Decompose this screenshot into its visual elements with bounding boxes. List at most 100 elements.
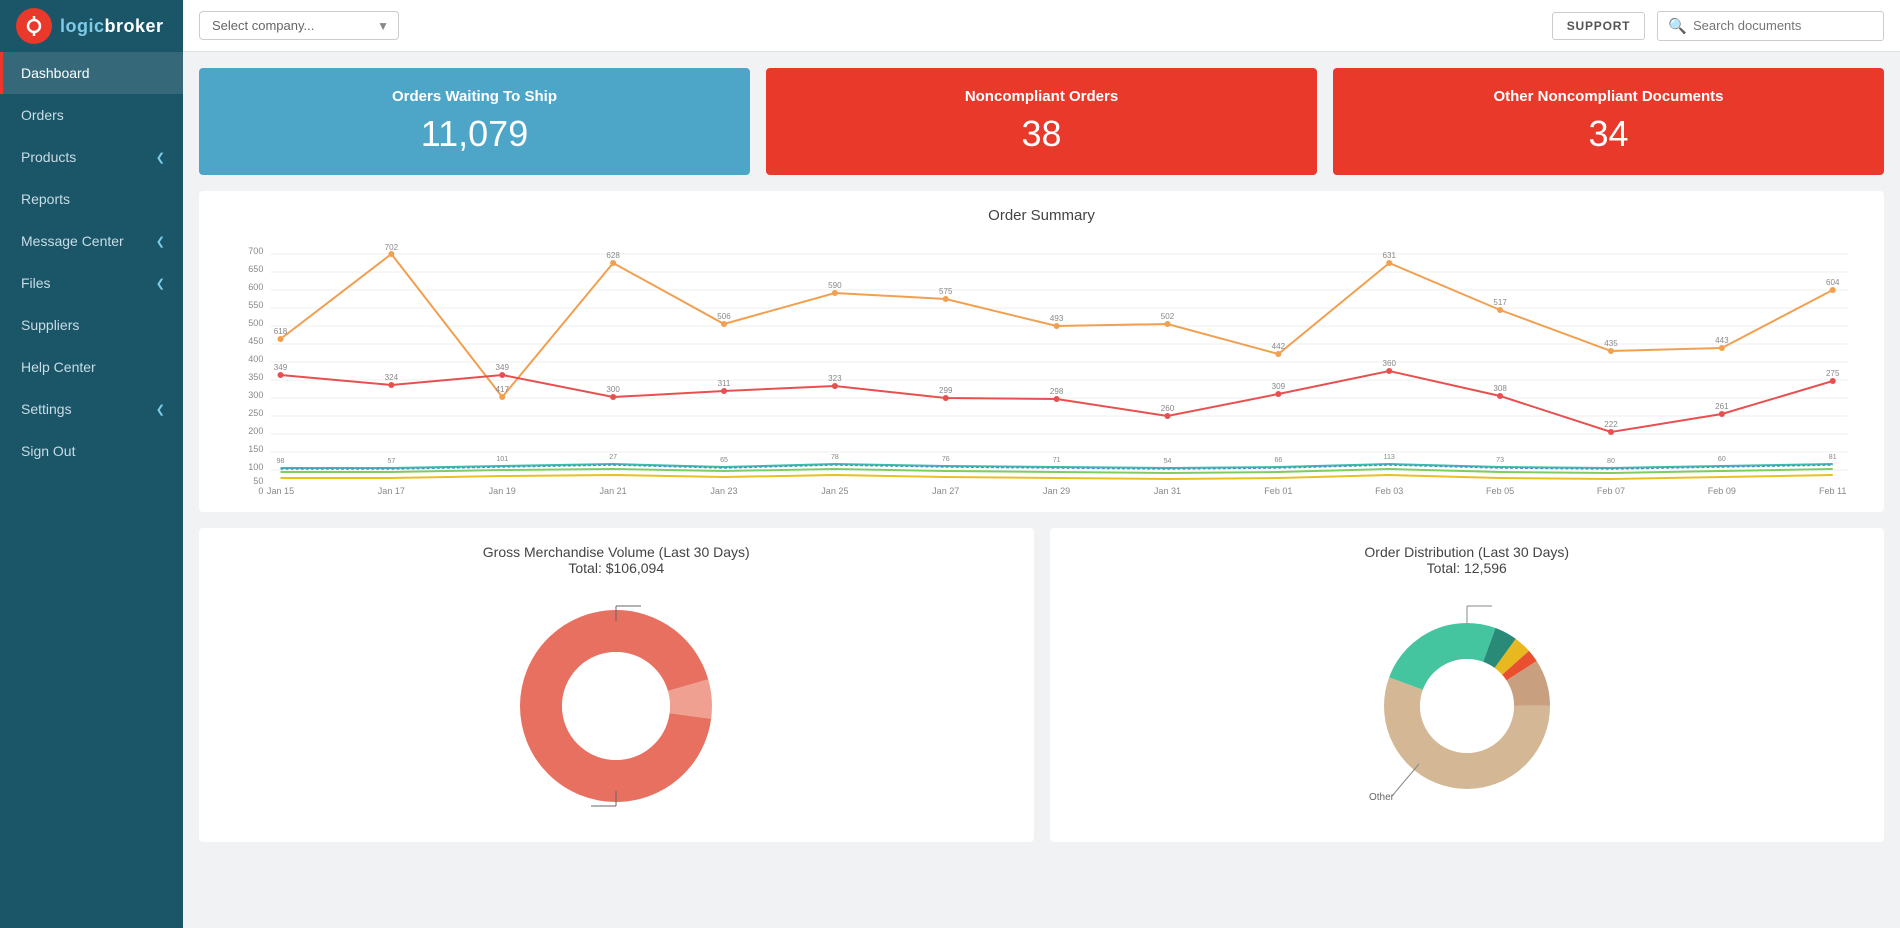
svg-text:Jan 21: Jan 21: [600, 486, 627, 496]
svg-text:200: 200: [248, 426, 263, 436]
sidebar-item-message-center[interactable]: Message Center ❮: [0, 220, 183, 262]
order-summary-title: Order Summary: [215, 207, 1868, 224]
line-chart-svg: 700 650 600 550 500 450 400 350 300 250 …: [215, 236, 1868, 496]
svg-text:323: 323: [828, 374, 842, 383]
search-input[interactable]: [1693, 18, 1873, 33]
svg-text:Jan 29: Jan 29: [1043, 486, 1070, 496]
main-content: Orders Waiting To Ship 11,079 Noncomplia…: [183, 52, 1900, 928]
gmv-donut-wrap: [215, 596, 1018, 816]
svg-text:Jan 31: Jan 31: [1154, 486, 1181, 496]
kpi-value-waiting: 11,079: [223, 113, 726, 155]
svg-text:Jan 23: Jan 23: [710, 486, 737, 496]
kpi-title-waiting: Orders Waiting To Ship: [223, 88, 726, 105]
svg-text:261: 261: [1715, 402, 1729, 411]
logo-area: logicbroker: [0, 0, 183, 52]
svg-text:54: 54: [1164, 458, 1172, 465]
logo-icon: [16, 8, 52, 44]
svg-text:275: 275: [1826, 369, 1840, 378]
line-chart: 700 650 600 550 500 450 400 350 300 250 …: [215, 236, 1868, 496]
gmv-title: Gross Merchandise Volume (Last 30 Days): [215, 544, 1018, 560]
svg-text:349: 349: [274, 363, 288, 372]
svg-text:Jan 25: Jan 25: [821, 486, 848, 496]
svg-text:450: 450: [248, 336, 263, 346]
svg-text:506: 506: [717, 312, 731, 321]
chevron-icon: ❮: [156, 151, 165, 164]
svg-text:66: 66: [1274, 457, 1282, 464]
svg-text:502: 502: [1161, 312, 1175, 321]
svg-text:113: 113: [1384, 454, 1395, 461]
svg-text:600: 600: [248, 282, 263, 292]
sidebar-item-orders[interactable]: Orders: [0, 94, 183, 136]
gmv-donut-svg: [506, 596, 726, 816]
svg-text:101: 101: [496, 456, 508, 463]
svg-text:98: 98: [277, 458, 285, 465]
sidebar-item-products[interactable]: Products ❮: [0, 136, 183, 178]
bottom-charts: Gross Merchandise Volume (Last 30 Days) …: [199, 528, 1884, 842]
svg-text:575: 575: [939, 287, 953, 296]
svg-text:Other: Other: [1369, 792, 1395, 803]
gmv-subtitle: Total: $106,094: [215, 560, 1018, 576]
sidebar-item-suppliers[interactable]: Suppliers: [0, 304, 183, 346]
svg-text:65: 65: [720, 457, 728, 464]
svg-text:650: 650: [248, 264, 263, 274]
svg-text:0: 0: [258, 486, 263, 496]
order-dist-title: Order Distribution (Last 30 Days): [1066, 544, 1869, 560]
sidebar-item-help-center[interactable]: Help Center: [0, 346, 183, 388]
svg-text:Jan 19: Jan 19: [489, 486, 516, 496]
topbar-right: SUPPORT 🔍: [1552, 11, 1884, 41]
svg-text:260: 260: [1161, 404, 1175, 413]
order-dist-donut-svg: Other: [1337, 596, 1597, 826]
search-box: 🔍: [1657, 11, 1884, 41]
company-select[interactable]: Select company...: [199, 11, 399, 40]
svg-text:50: 50: [253, 476, 263, 486]
svg-text:435: 435: [1604, 339, 1618, 348]
svg-text:309: 309: [1272, 382, 1286, 391]
svg-text:Feb 05: Feb 05: [1486, 486, 1514, 496]
svg-text:604: 604: [1826, 278, 1840, 287]
svg-text:150: 150: [248, 444, 263, 454]
support-button[interactable]: SUPPORT: [1552, 12, 1646, 40]
company-select-wrap: Select company... ▼: [199, 11, 399, 40]
sidebar-item-sign-out[interactable]: Sign Out: [0, 430, 183, 472]
svg-text:517: 517: [1493, 298, 1507, 307]
order-dist-donut-wrap: Other: [1066, 596, 1869, 826]
svg-text:78: 78: [831, 454, 839, 461]
kpi-value-noncompliant-docs: 34: [1357, 113, 1860, 155]
svg-text:Feb 11: Feb 11: [1819, 486, 1847, 496]
topbar: Select company... ▼ SUPPORT 🔍: [183, 0, 1900, 52]
sidebar-item-reports[interactable]: Reports: [0, 178, 183, 220]
sidebar: logicbroker Dashboard Orders Products ❮ …: [0, 0, 183, 928]
kpi-card-noncompliant-orders: Noncompliant Orders 38: [766, 68, 1317, 175]
sidebar-item-files[interactable]: Files ❮: [0, 262, 183, 304]
svg-text:400: 400: [248, 354, 263, 364]
svg-text:349: 349: [496, 363, 510, 372]
kpi-title-noncompliant: Noncompliant Orders: [790, 88, 1293, 105]
kpi-value-noncompliant: 38: [790, 113, 1293, 155]
chevron-icon: ❮: [156, 403, 165, 416]
svg-text:250: 250: [248, 408, 263, 418]
kpi-row: Orders Waiting To Ship 11,079 Noncomplia…: [199, 68, 1884, 175]
svg-text:443: 443: [1715, 336, 1729, 345]
order-dist-subtitle: Total: 12,596: [1066, 560, 1869, 576]
sidebar-item-dashboard[interactable]: Dashboard: [0, 52, 183, 94]
kpi-title-noncompliant-docs: Other Noncompliant Documents: [1357, 88, 1860, 105]
svg-text:57: 57: [387, 458, 395, 465]
svg-text:71: 71: [1053, 457, 1061, 464]
svg-text:300: 300: [606, 385, 620, 394]
svg-text:702: 702: [385, 243, 399, 252]
kpi-card-waiting-to-ship: Orders Waiting To Ship 11,079: [199, 68, 750, 175]
svg-text:618: 618: [274, 327, 288, 336]
logo-text: logicbroker: [60, 16, 164, 37]
svg-text:631: 631: [1383, 251, 1397, 260]
chevron-icon: ❮: [156, 277, 165, 290]
svg-text:628: 628: [606, 251, 620, 260]
svg-text:300: 300: [248, 390, 263, 400]
svg-text:27: 27: [609, 454, 617, 461]
sidebar-item-settings[interactable]: Settings ❮: [0, 388, 183, 430]
svg-text:222: 222: [1604, 420, 1618, 429]
svg-text:350: 350: [248, 372, 263, 382]
svg-text:442: 442: [1272, 342, 1286, 351]
search-icon: 🔍: [1668, 17, 1687, 35]
svg-text:493: 493: [1050, 314, 1064, 323]
svg-text:Feb 07: Feb 07: [1597, 486, 1625, 496]
